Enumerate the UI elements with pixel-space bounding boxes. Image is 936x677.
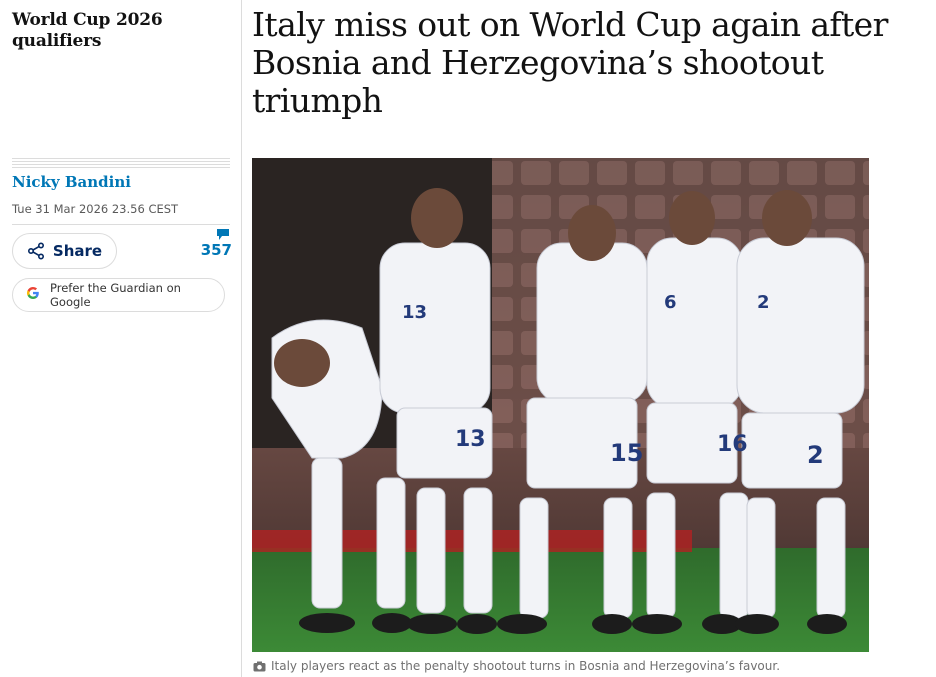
article-headline: Italy miss out on World Cup again after … — [252, 5, 888, 120]
main-photo: 13 13 15 6 16 2 2 — [252, 158, 869, 652]
shirt-number-2: 2 — [807, 441, 824, 469]
byline-author[interactable]: Nicky Bandini — [12, 173, 131, 191]
meta-rule — [12, 158, 230, 170]
players-photo-illustration: 13 13 15 6 16 2 2 — [252, 158, 869, 652]
svg-text:6: 6 — [664, 292, 677, 313]
share-label: Share — [52, 242, 103, 260]
comment-icon — [217, 229, 229, 240]
camera-icon — [253, 661, 266, 671]
shirt-number-15: 15 — [610, 439, 643, 467]
publish-date: Tue 31 Mar 2026 23.56 CEST — [12, 202, 179, 216]
comment-count: 357 — [200, 241, 232, 259]
section-kicker-link[interactable]: World Cup 2026 qualifiers — [12, 10, 163, 51]
photo-caption: Italy players react as the penalty shoot… — [253, 659, 780, 673]
meta-divider — [12, 224, 230, 225]
prefer-guardian-label: Prefer the Guardian on Google — [50, 281, 181, 309]
photo-caption-text: Italy players react as the penalty shoot… — [271, 659, 781, 673]
google-icon — [26, 286, 40, 304]
share-button[interactable]: Share — [12, 233, 117, 269]
prefer-guardian-google-button[interactable]: Prefer the Guardian on Google — [12, 278, 225, 312]
shirt-number-13: 13 — [455, 427, 486, 452]
share-icon — [27, 242, 44, 260]
shirt-number-16: 16 — [717, 432, 748, 457]
svg-text:2: 2 — [757, 292, 770, 313]
svg-text:13: 13 — [402, 302, 427, 323]
comment-count-link[interactable]: 357 — [196, 228, 232, 259]
section-kicker-wrap: World Cup 2026 qualifiers — [12, 10, 230, 52]
column-divider — [241, 0, 242, 677]
